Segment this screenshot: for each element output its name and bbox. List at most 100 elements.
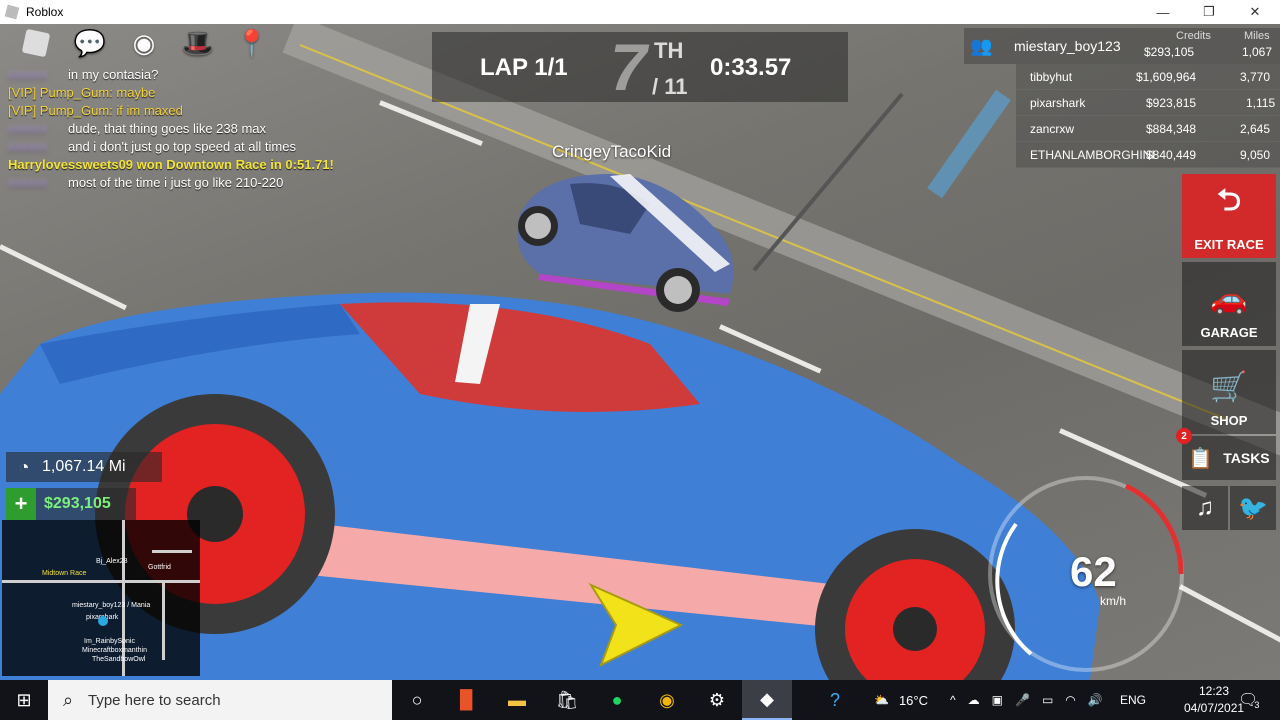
office-app[interactable]: ▉	[442, 680, 492, 720]
steam-app[interactable]: ⚙	[692, 680, 742, 720]
chrome-app[interactable]: ◉	[642, 680, 692, 720]
row-miles: 3,770	[1240, 70, 1271, 84]
tasks-badge: 2	[1176, 428, 1192, 444]
row-miles: 2,645	[1240, 122, 1271, 136]
minimap-label: Minecraftboxmanthin	[82, 647, 147, 654]
cash-display: + $293,105	[6, 488, 136, 520]
garage-icon: 🚗	[1210, 283, 1248, 316]
top-icon-bar: 💬 ◉ 🎩 📍	[16, 28, 272, 58]
help-app[interactable]: ?	[810, 680, 860, 720]
minimap-label: Gottfrid	[148, 564, 171, 571]
weather-widget[interactable]: ⛅ 16°C	[874, 680, 928, 720]
minimap-label: Bj_Alex28	[96, 558, 128, 565]
store-app[interactable]: 🛍	[542, 680, 592, 720]
speed-value: 62	[1070, 548, 1117, 595]
leaderboard-self-row[interactable]: 👥 miestary_boy123 Credits Miles $293,105…	[964, 28, 1280, 64]
chat-icon[interactable]: 💬	[70, 28, 110, 58]
roblox-menu-icon[interactable]	[16, 28, 56, 58]
race-total-racers: / 11	[652, 74, 688, 99]
mic-icon[interactable]: 🎤	[1015, 693, 1030, 707]
exit-race-button[interactable]: ⮌ EXIT RACE	[1182, 174, 1276, 258]
race-status-panel: LAP 1/1 7 TH / 11 0:33.57	[432, 32, 848, 102]
speed-unit: km/h	[1100, 594, 1127, 608]
tasks-label: TASKS	[1223, 450, 1270, 466]
language-label: ENG	[1120, 693, 1147, 707]
twitter-bird-icon: 🐦	[1238, 494, 1268, 522]
row-name: pixarshark	[1030, 96, 1086, 110]
taskbar-clock[interactable]: 12:23 04/07/2021	[1184, 683, 1244, 717]
roblox-logo-icon	[4, 4, 20, 20]
minimap[interactable]: Midtown Race miestary_boy123 / Mania pix…	[2, 520, 200, 676]
notification-count: 3	[1254, 700, 1260, 710]
map-pin-icon[interactable]: 📍	[232, 28, 272, 58]
taskbar-search[interactable]: ⌕ Type here to search	[48, 680, 392, 720]
volume-icon[interactable]: 🔊	[1088, 693, 1103, 707]
notifications-button[interactable]: 🗨 3	[1238, 680, 1259, 720]
twitter-button[interactable]: 🐦	[1230, 486, 1276, 530]
cortana-button[interactable]: ○	[392, 680, 442, 720]
players-icon: 👥	[970, 36, 993, 56]
leaderboard: 👥 miestary_boy123 Credits Miles $293,105…	[964, 28, 1280, 168]
chat-line: xxxxxx in my contasia?	[8, 67, 159, 82]
search-icon: ⌕	[62, 689, 74, 710]
tray-chevron-icon[interactable]: ^	[950, 693, 956, 707]
leaderboard-row[interactable]: tibbyhut $1,609,964 3,770	[1016, 64, 1280, 90]
onedrive-icon[interactable]: ☁	[968, 693, 980, 707]
row-miles: 9,050	[1240, 148, 1271, 162]
minimap-label: Im_RainbySonic	[84, 638, 135, 645]
row-credits: $840,449	[1146, 148, 1197, 162]
game-viewport[interactable]: 💬 ◉ 🎩 📍 xxxxxx in my contasia? [VIP] Pump…	[0, 24, 1280, 680]
roblox-icon: ◆	[760, 688, 774, 709]
credits-header: Credits	[1176, 30, 1211, 42]
leaderboard-row[interactable]: ETHANLAMBORGHINI $840,449 9,050	[1016, 142, 1280, 168]
row-name: ETHANLAMBORGHINI	[1030, 148, 1155, 162]
player-name: miestary_boy123	[1014, 38, 1121, 54]
search-placeholder: Type here to search	[88, 691, 221, 709]
minimap-label: TheSandbowOwl	[92, 656, 146, 663]
close-button[interactable]: ✕	[1232, 0, 1278, 24]
row-credits: $1,609,964	[1136, 70, 1197, 84]
eye-icon[interactable]: ◉	[124, 28, 164, 58]
odometer: ◔ 1,067.14 Mi	[6, 452, 162, 482]
navigation-arrow-icon	[588, 582, 684, 668]
restore-button[interactable]: ❐	[1186, 0, 1232, 24]
clock-time: 12:23	[1198, 684, 1230, 698]
garage-button[interactable]: 🚗 GARAGE	[1182, 262, 1276, 346]
spotify-app[interactable]: ●	[592, 680, 642, 720]
taskbar: ⊞ ⌕ Type here to search ○ ▉ ▬ 🛍 ● ◉ ⚙ ◆ …	[0, 680, 1280, 720]
player-credits: $293,105	[1144, 45, 1195, 59]
miles-header: Miles	[1244, 30, 1270, 42]
player-miles: 1,067	[1242, 45, 1273, 59]
chat-line: xxxxxx most of the time i just go like 21…	[8, 175, 284, 190]
leaderboard-row[interactable]: pixarshark $923,815 1,115	[1016, 90, 1280, 116]
race-position-suffix: TH	[654, 38, 684, 63]
minimize-button[interactable]: —	[1140, 0, 1186, 24]
language-indicator[interactable]: ENG	[1120, 680, 1146, 720]
shop-button[interactable]: 🛒 SHOP	[1182, 350, 1276, 434]
file-explorer-app[interactable]: ▬	[492, 680, 542, 720]
battery-icon[interactable]: ▭	[1042, 693, 1053, 707]
row-name: tibbyhut	[1030, 70, 1073, 84]
chat-log: xxxxxx in my contasia? [VIP] Pump_Gum: ma…	[8, 66, 334, 192]
start-button[interactable]: ⊞	[0, 680, 48, 720]
window-title: Roblox	[26, 5, 64, 19]
store-icon: 🛍	[555, 689, 579, 710]
spotify-icon: ●	[611, 689, 623, 710]
player-hat-icon[interactable]: 🎩	[178, 28, 218, 58]
row-miles: 1,115	[1246, 96, 1276, 110]
window-titlebar: Roblox — ❐ ✕	[0, 0, 1280, 24]
row-credits: $884,348	[1146, 122, 1197, 136]
roblox-app[interactable]: ◆	[742, 680, 792, 720]
system-tray: ^ ☁ ▣ 🎤 ▭ ◠ 🔊	[950, 680, 1103, 720]
leaderboard-row[interactable]: zancrxw $884,348 2,645	[1016, 116, 1280, 142]
exit-race-label: EXIT RACE	[1194, 237, 1264, 252]
cortana-icon: ○	[411, 689, 423, 710]
tasks-button[interactable]: 2 📋 TASKS	[1176, 428, 1276, 480]
row-name: zancrxw	[1030, 122, 1075, 136]
wifi-icon[interactable]: ◠	[1065, 693, 1075, 707]
display-icon[interactable]: ▣	[992, 693, 1003, 707]
clock-date: 04/07/2021	[1184, 701, 1245, 715]
chat-line: xxxxxx and i don't just go top speed at a…	[8, 139, 296, 154]
add-cash-button[interactable]: +	[6, 488, 36, 520]
help-icon: ?	[829, 689, 840, 710]
